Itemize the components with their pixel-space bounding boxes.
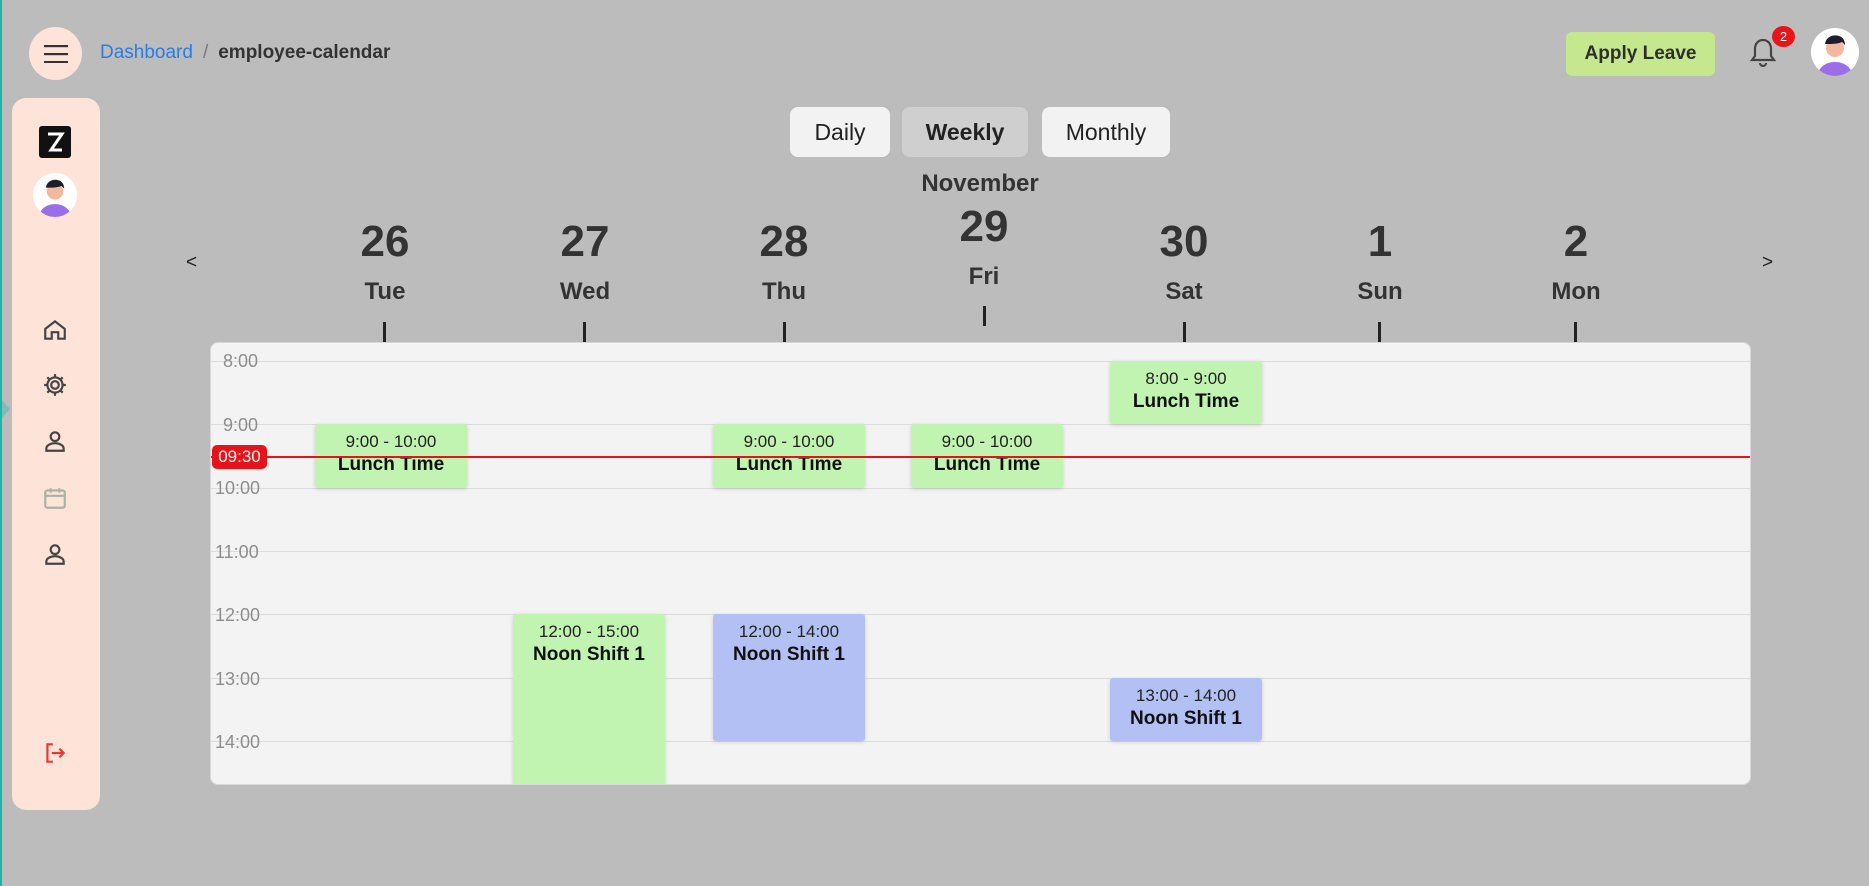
current-time-badge: 09:30 [212,445,267,469]
day-number: 27 [560,217,610,266]
event-time: 8:00 - 9:00 [1145,369,1227,388]
month-label: November [921,170,1039,197]
hour-label: 11:00 [215,542,259,562]
day-name: Wed [559,278,611,305]
hour-line [211,678,1750,679]
day-name: Sat [1165,278,1203,305]
hamburger-icon [43,44,68,63]
hour-label: 13:00 [215,669,261,689]
hour-label: 10:00 [215,478,261,498]
person-icon[interactable] [40,539,70,569]
day-number: 26 [360,217,410,266]
event-time: 12:00 - 14:00 [738,622,840,641]
monthly-view-button[interactable]: Monthly [1042,107,1170,157]
breadcrumb-current: employee-calendar [218,42,391,63]
event-time: 9:00 - 10:00 [941,432,1033,451]
current-time-line [211,456,1750,458]
home-icon[interactable] [40,315,70,345]
event-time: 9:00 - 10:00 [743,432,835,451]
day-name: Fri [968,263,1000,290]
day-tick [1183,322,1186,342]
hour-label: 14:00 [215,732,261,752]
event-title: Noon Shift 1 [533,644,645,665]
event-block[interactable]: 13:00 - 14:00 Noon Shift 1 [1110,678,1262,741]
day-number: 29 [959,202,1009,251]
day-header[interactable]: 1 Sun [1320,220,1440,306]
day-tick [383,322,386,342]
day-tick [783,322,786,342]
event-block[interactable]: 12:00 - 15:00 Noon Shift 1 [513,614,665,784]
day-number: 2 [1563,217,1589,266]
event-title: Noon Shift 1 [1130,708,1242,729]
logo-icon[interactable] [39,126,71,158]
event-time: 13:00 - 14:00 [1135,686,1237,705]
calendar-grid[interactable]: 8:00 9:00 10:00 11:00 12:00 13:00 14:00 … [210,342,1751,785]
daily-view-button[interactable]: Daily [790,107,890,157]
apply-leave-button[interactable]: Apply Leave [1566,32,1715,76]
hour-line [211,741,1750,742]
hour-line [211,488,1750,489]
user-avatar[interactable] [1811,28,1859,76]
previous-week-button[interactable]: < [186,252,197,274]
day-number: 1 [1367,217,1393,266]
menu-button[interactable] [29,27,82,80]
hour-line [211,361,1750,362]
hour-label: 8:00 [223,351,259,371]
sidebar [12,98,100,810]
event-title: Lunch Time [1132,391,1240,412]
hour-label: 12:00 [215,605,261,625]
sidebar-avatar[interactable] [33,173,77,217]
day-tick-current [983,306,986,326]
weekly-view-button[interactable]: Weekly [902,107,1028,157]
event-title: Noon Shift 1 [733,644,845,665]
day-name: Tue [364,278,406,305]
day-header[interactable]: 26 Tue [325,220,445,306]
day-header[interactable]: 30 Sat [1124,220,1244,306]
hour-line [211,551,1750,552]
user-icon[interactable] [40,426,70,456]
breadcrumb-separator: / [202,42,209,63]
calendar-icon[interactable] [40,483,70,513]
day-tick [583,322,586,342]
day-tick [1574,322,1577,342]
day-name: Sun [1357,278,1403,305]
event-block[interactable]: 8:00 - 9:00 Lunch Time [1110,361,1262,424]
notification-count-badge: 2 [1772,26,1795,47]
breadcrumb-dashboard-link[interactable]: Dashboard [100,42,193,64]
hour-line [211,614,1750,615]
day-header[interactable]: 28 Thu [724,220,844,306]
day-header[interactable]: 2 Mon [1516,220,1636,306]
event-time: 9:00 - 10:00 [345,432,437,451]
next-week-button[interactable]: > [1762,252,1773,274]
active-item-pointer [0,398,10,420]
breadcrumb: Dashboard / employee-calendar [100,42,390,64]
hour-label: 9:00 [223,415,259,435]
day-header-current[interactable]: 29 Fri [924,205,1044,291]
gear-icon[interactable] [40,370,70,400]
logout-icon[interactable] [40,738,70,768]
edge-accent-line [0,0,2,886]
event-time: 12:00 - 15:00 [538,622,640,641]
event-block[interactable]: 12:00 - 14:00 Noon Shift 1 [713,614,865,741]
day-header[interactable]: 27 Wed [525,220,645,306]
day-name: Mon [1551,278,1601,305]
day-number: 30 [1159,217,1209,266]
day-name: Thu [762,278,806,305]
day-number: 28 [759,217,809,266]
day-tick [1378,322,1381,342]
